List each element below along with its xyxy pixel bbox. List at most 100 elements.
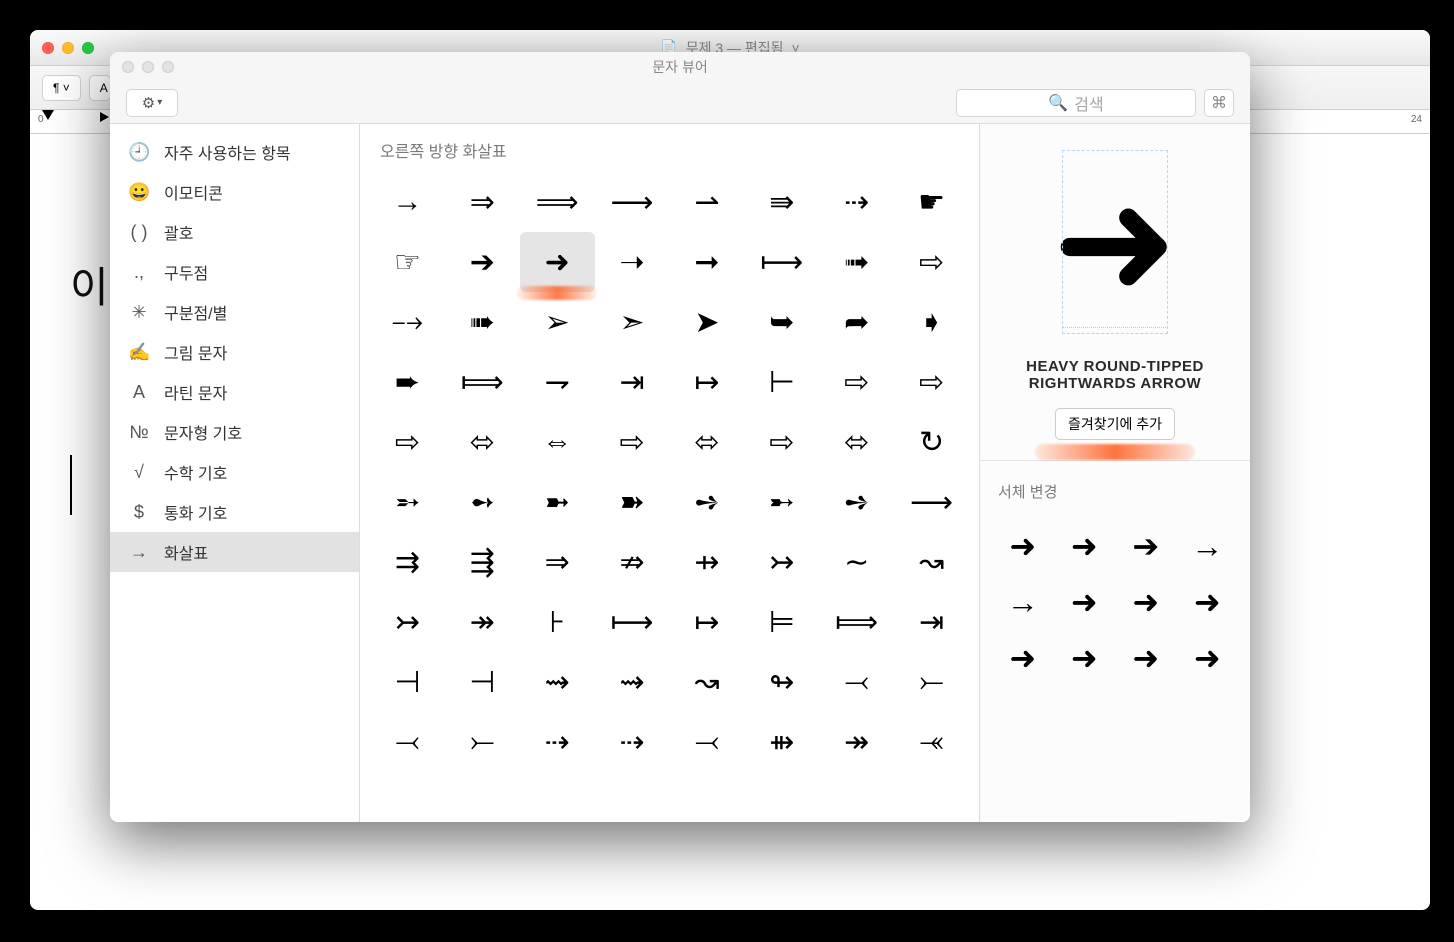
font-variant-cell[interactable]: ➜ bbox=[1054, 574, 1116, 630]
close-icon[interactable] bbox=[42, 42, 54, 54]
sidebar-item-8[interactable]: √수학 기호 bbox=[110, 452, 359, 492]
settings-button[interactable]: ⚙ ▾ bbox=[126, 89, 178, 117]
paragraph-dropdown-button[interactable]: ¶ ˅ bbox=[42, 75, 81, 101]
character-cell[interactable]: ⇝ bbox=[595, 652, 670, 712]
character-cell[interactable]: ⬄ bbox=[819, 412, 894, 472]
character-cell[interactable]: ➢ bbox=[520, 292, 595, 352]
character-cell[interactable]: ⇁ bbox=[520, 352, 595, 412]
doc-traffic-lights[interactable] bbox=[42, 42, 94, 54]
character-cell[interactable]: ↠ bbox=[445, 592, 520, 652]
character-cell[interactable]: ⟶ bbox=[894, 472, 969, 532]
character-cell[interactable]: ⟶ bbox=[595, 172, 670, 232]
character-cell[interactable]: ➜ bbox=[520, 232, 595, 292]
character-cell[interactable]: ⇉ bbox=[370, 532, 445, 592]
character-cell[interactable]: ➼ bbox=[520, 472, 595, 532]
sidebar-item-4[interactable]: ✳구분점/별 bbox=[110, 292, 359, 332]
font-variant-cell[interactable]: ➜ bbox=[992, 518, 1054, 574]
font-variant-cell[interactable]: → bbox=[1177, 518, 1239, 574]
category-sidebar[interactable]: 🕘자주 사용하는 항목😀이모티콘( )괄호.,구두점✳구분점/별✍그림 문자A라… bbox=[110, 124, 360, 822]
character-cell[interactable]: ⬄ bbox=[670, 412, 745, 472]
search-input[interactable]: 🔍 검색 bbox=[956, 89, 1196, 117]
character-cell[interactable]: ⇨ bbox=[370, 412, 445, 472]
character-cell[interactable]: ⇻ bbox=[744, 712, 819, 772]
character-cell[interactable]: ➥ bbox=[744, 292, 819, 352]
zoom-icon[interactable] bbox=[82, 42, 94, 54]
character-cell[interactable]: ⇔ bbox=[520, 412, 595, 472]
character-cell[interactable]: ⇨ bbox=[595, 412, 670, 472]
character-cell[interactable]: ⟾ bbox=[819, 592, 894, 652]
character-cell[interactable]: ⇶ bbox=[445, 532, 520, 592]
character-cell[interactable]: ⇨ bbox=[894, 232, 969, 292]
viewer-traffic-lights[interactable] bbox=[122, 61, 174, 73]
character-cell[interactable]: ↠ bbox=[819, 712, 894, 772]
character-cell[interactable]: ⇏ bbox=[595, 532, 670, 592]
sidebar-item-1[interactable]: 😀이모티콘 bbox=[110, 172, 359, 212]
sidebar-item-10[interactable]: →화살표 bbox=[110, 532, 359, 572]
character-cell[interactable]: ⤙ bbox=[670, 712, 745, 772]
zoom-icon[interactable] bbox=[162, 61, 174, 73]
character-cell[interactable]: ☞ bbox=[370, 232, 445, 292]
character-cell[interactable]: ➞ bbox=[670, 232, 745, 292]
character-cell[interactable]: ⇒ bbox=[445, 172, 520, 232]
font-variant-cell[interactable]: ➜ bbox=[1054, 630, 1116, 686]
character-cell[interactable]: ⊣ bbox=[445, 652, 520, 712]
sidebar-item-2[interactable]: ( )괄호 bbox=[110, 212, 359, 252]
character-cell[interactable]: → bbox=[370, 172, 445, 232]
character-cell[interactable]: ⤚ bbox=[445, 712, 520, 772]
character-cell[interactable]: ➔ bbox=[445, 232, 520, 292]
character-cell[interactable]: ⟼ bbox=[744, 232, 819, 292]
character-cell[interactable]: ➸ bbox=[744, 472, 819, 532]
font-variant-cell[interactable]: → bbox=[992, 574, 1054, 630]
character-grid[interactable]: →⇒⟹⟶⇀⇛⇢☛☞➔➜➝➞⟼➟⇨⤍➠➢➣➤➥➦➧➨⟾⇁⇥↦⊢⇨⇨⇨⬄⇔⇨⬄⇨⬄↻… bbox=[360, 172, 979, 792]
add-favorite-button[interactable]: 즐겨찾기에 추가 bbox=[1055, 408, 1175, 440]
character-cell[interactable]: ⇨ bbox=[744, 412, 819, 472]
character-cell[interactable]: ☛ bbox=[894, 172, 969, 232]
character-cell[interactable]: ↣ bbox=[370, 592, 445, 652]
character-cell[interactable]: ↣ bbox=[744, 532, 819, 592]
character-cell[interactable]: ⟹ bbox=[520, 172, 595, 232]
character-cell[interactable]: ⟾ bbox=[445, 352, 520, 412]
character-cell[interactable]: ⇒ bbox=[520, 532, 595, 592]
minimize-icon[interactable] bbox=[62, 42, 74, 54]
character-cell[interactable]: ⊣ bbox=[370, 652, 445, 712]
font-variant-cell[interactable]: ➜ bbox=[1115, 630, 1177, 686]
tab-marker-icon[interactable] bbox=[100, 112, 109, 122]
font-variant-cell[interactable]: ➔ bbox=[1115, 518, 1177, 574]
keyboard-toggle-button[interactable]: ⌘ bbox=[1204, 89, 1234, 117]
font-variant-cell[interactable]: ➜ bbox=[992, 630, 1054, 686]
character-cell[interactable]: ⬄ bbox=[445, 412, 520, 472]
character-cell[interactable]: ⇝ bbox=[520, 652, 595, 712]
character-cell[interactable]: ⇢ bbox=[520, 712, 595, 772]
character-cell[interactable]: ➽ bbox=[595, 472, 670, 532]
character-cell[interactable]: ⇥ bbox=[894, 592, 969, 652]
toolbar-button[interactable]: A bbox=[89, 75, 111, 101]
font-variant-cell[interactable]: ➜ bbox=[1054, 518, 1116, 574]
character-cell[interactable]: ➟ bbox=[819, 232, 894, 292]
character-cell[interactable]: ➤ bbox=[670, 292, 745, 352]
character-cell[interactable]: ⇥ bbox=[595, 352, 670, 412]
character-cell[interactable]: ↦ bbox=[670, 592, 745, 652]
character-cell[interactable]: ⊦ bbox=[520, 592, 595, 652]
character-cell[interactable]: ➻ bbox=[445, 472, 520, 532]
font-variants-grid[interactable]: ➜➜➔→→➜➜➜➜➜➜➜ bbox=[980, 510, 1250, 686]
character-cell[interactable]: ↝ bbox=[894, 532, 969, 592]
sidebar-item-9[interactable]: $통화 기호 bbox=[110, 492, 359, 532]
character-cell[interactable]: ⇀ bbox=[670, 172, 745, 232]
character-cell[interactable]: ⇨ bbox=[894, 352, 969, 412]
sidebar-item-3[interactable]: .,구두점 bbox=[110, 252, 359, 292]
character-cell[interactable]: ➣ bbox=[595, 292, 670, 352]
character-cell[interactable]: ➺ bbox=[819, 472, 894, 532]
minimize-icon[interactable] bbox=[142, 61, 154, 73]
character-cell[interactable]: ⇢ bbox=[819, 172, 894, 232]
character-cell[interactable]: ↻ bbox=[894, 412, 969, 472]
font-variant-cell[interactable]: ➜ bbox=[1115, 574, 1177, 630]
character-cell[interactable]: ➦ bbox=[819, 292, 894, 352]
character-cell[interactable]: ➨ bbox=[370, 352, 445, 412]
character-cell[interactable]: ⇸ bbox=[670, 532, 745, 592]
character-cell[interactable]: ⤛ bbox=[894, 712, 969, 772]
character-cell[interactable]: ⊢ bbox=[744, 352, 819, 412]
character-cell[interactable]: ∼ bbox=[819, 532, 894, 592]
character-cell[interactable]: ⤙ bbox=[370, 712, 445, 772]
close-icon[interactable] bbox=[122, 61, 134, 73]
character-cell[interactable]: ➵ bbox=[370, 472, 445, 532]
